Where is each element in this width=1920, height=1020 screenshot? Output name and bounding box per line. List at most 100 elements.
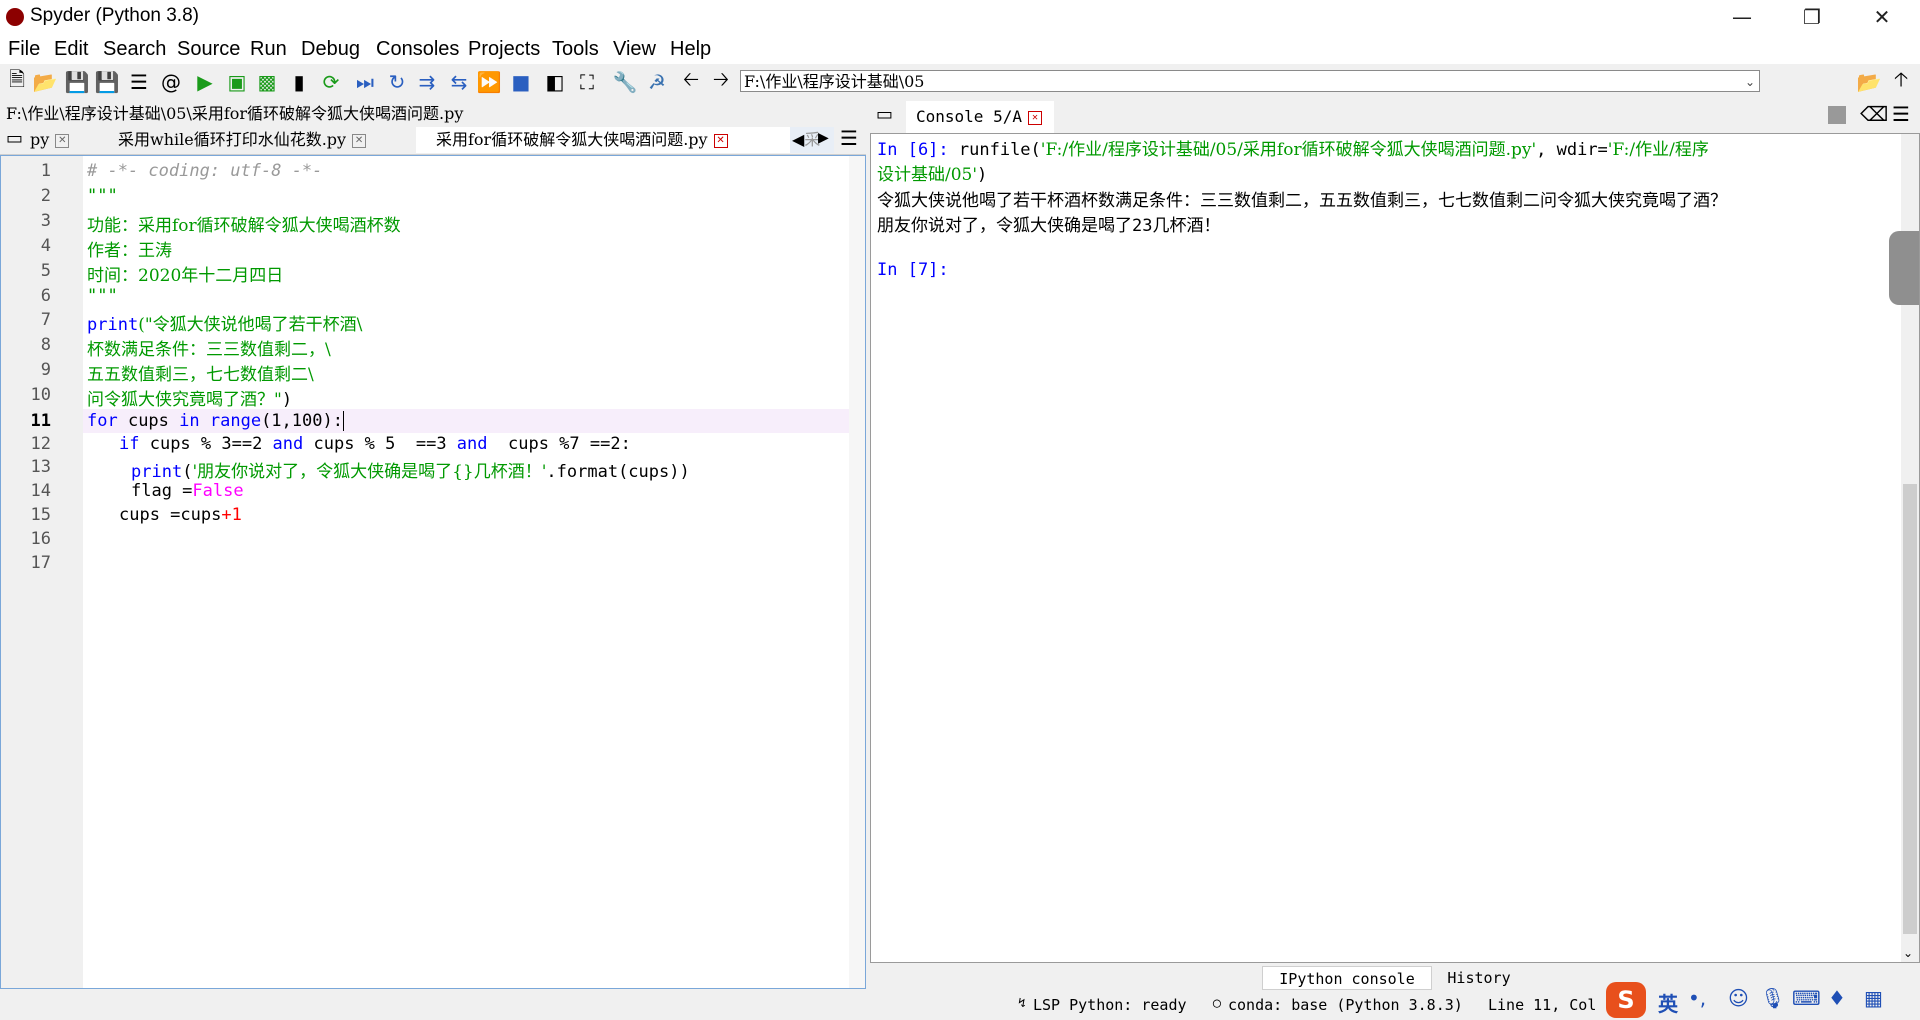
close-tab-icon[interactable]: ✕: [713, 133, 728, 148]
forward-arrow-icon[interactable]: 🡢: [708, 67, 734, 95]
console-input-6: In [6]: runfile('F:/作业/程序设计基础/05/采用for循环…: [877, 135, 1709, 160]
editor-scrollbar[interactable]: [849, 156, 865, 988]
microphone-icon[interactable]: 🎙: [1760, 986, 1785, 1010]
continue-icon[interactable]: ⏩: [476, 69, 502, 95]
menu-projects[interactable]: Projects: [468, 38, 540, 61]
menu-bar: File Edit Search Source Run Debug Consol…: [0, 34, 1920, 64]
menu-run[interactable]: Run: [250, 38, 287, 61]
sogou-logo-icon[interactable]: S: [1606, 982, 1646, 1018]
save-all-icon[interactable]: 💾: [94, 69, 120, 95]
line-number: 2: [40, 186, 51, 206]
ime-mode-icon[interactable]: 英: [1658, 988, 1678, 1017]
close-console-tab-icon[interactable]: ✕: [1027, 110, 1042, 125]
ime-toolbar: S 英 •, ☺ 🎙 ⌨ ♦ ▦: [1606, 982, 1916, 1018]
code-line-2: """: [87, 186, 118, 206]
cursor-position: Line 11, Col 2: [1488, 996, 1615, 1014]
menu-view[interactable]: View: [613, 38, 656, 61]
rerun-icon[interactable]: ⟳: [318, 69, 344, 95]
ipython-console[interactable]: In [6]: runfile('F:/作业/程序设计基础/05/采用for循环…: [870, 133, 1920, 963]
parent-directory-icon[interactable]: 🡡: [1888, 67, 1914, 95]
maximize-pane-icon[interactable]: ◧: [542, 69, 568, 95]
run-cell-advance-icon[interactable]: ▩: [254, 69, 280, 95]
eraser-icon[interactable]: ⌫: [1860, 102, 1888, 126]
tab-file-1[interactable]: py ✕: [30, 127, 90, 153]
scroll-right-icon[interactable]: ▶: [818, 130, 829, 146]
code-line-15: cups =cups+1: [119, 505, 242, 525]
grid-menu-icon[interactable]: ▦: [1864, 986, 1883, 1010]
preferences-wrench-icon[interactable]: 🔧: [612, 69, 638, 95]
step-icon[interactable]: ↻: [384, 69, 410, 95]
tab-file-2[interactable]: 采用while循环打印水仙花数.py ✕: [118, 127, 398, 153]
browse-folder-icon[interactable]: 📂: [1856, 69, 1882, 95]
string-literal: '朋友你说对了，令狐大侠确是喝了{}几杯酒！': [192, 462, 547, 482]
debug-icon[interactable]: ⏭: [352, 69, 378, 95]
working-directory-combo[interactable]: F:\作业\程序设计基础\05 ⌄: [740, 70, 1760, 92]
menu-tools[interactable]: Tools: [552, 38, 599, 61]
email-at-icon[interactable]: @: [158, 69, 184, 95]
line-number: 17: [30, 553, 51, 573]
line-number-gutter: 1 2 3 4 5 6 7 8 9 10 11 12 13 14 15 16 1…: [1, 156, 83, 988]
skin-icon[interactable]: ♦: [1828, 986, 1846, 1010]
main-toolbar: 🗎 📂 💾 💾 ☰ @ ▶ ▣ ▩ ▮ ⟳ ⏭ ↻ ⇉ ⇆ ⏩ ■ ◧ ⛶ 🔧 …: [0, 64, 1920, 100]
save-icon[interactable]: 💾: [64, 69, 90, 95]
list-icon[interactable]: ☰: [126, 69, 152, 95]
number: +1: [221, 505, 242, 525]
minimize-icon[interactable]: —: [1712, 0, 1772, 34]
menu-search[interactable]: Search: [103, 38, 166, 61]
tab-console[interactable]: Console 5/A ✕: [906, 101, 1054, 133]
scroll-down-icon[interactable]: ⌄: [1903, 946, 1913, 960]
console-input-6-cont: 设计基础/05'): [877, 160, 987, 185]
menu-consoles[interactable]: Consoles: [376, 38, 459, 61]
scrollbar-thumb[interactable]: [1903, 484, 1917, 934]
keyboard-icon[interactable]: ⌨: [1792, 986, 1821, 1010]
code-text: cups: [117, 411, 180, 431]
punctuation-icon[interactable]: •,: [1688, 986, 1706, 1010]
code-line-10: 问令狐大侠究竟喝了酒？"): [87, 385, 292, 410]
menu-help[interactable]: Help: [670, 38, 711, 61]
stop-kernel-icon[interactable]: [1828, 106, 1846, 124]
code-line-13: print('朋友你说对了，令狐大侠确是喝了{}几杯酒！'.format(cup…: [131, 457, 690, 482]
help-side-handle[interactable]: [1889, 231, 1919, 305]
tab-label: py: [30, 130, 50, 149]
tab-history[interactable]: History: [1436, 966, 1522, 990]
open-file-icon[interactable]: 📂: [32, 69, 58, 95]
close-icon[interactable]: ✕: [1852, 0, 1912, 34]
code-line-11: for cups in range(1,100):: [87, 411, 344, 431]
fullscreen-icon[interactable]: ⛶: [574, 69, 600, 95]
options-menu-icon[interactable]: ☰: [840, 126, 858, 150]
step-into-icon[interactable]: ⇉: [414, 69, 440, 95]
tab-ipython-console[interactable]: IPython console: [1262, 966, 1432, 990]
restore-icon[interactable]: ❐: [1782, 0, 1842, 34]
run-selection-icon[interactable]: ▮: [286, 69, 312, 95]
new-file-icon[interactable]: 🗎: [4, 67, 30, 95]
code-line-3: 功能：采用for循环破解令狐大侠喝酒杯数: [87, 216, 401, 236]
console-prompt-7: In [7]:: [877, 260, 949, 280]
editor-tab-bar: ▭ py ✕ 采用while循环打印水仙花数.py ✕ 采用for循环破解令狐大侠喝…: [0, 124, 866, 155]
browse-tabs-icon[interactable]: ▭: [6, 128, 23, 149]
run-icon[interactable]: ▶: [192, 69, 218, 95]
menu-file[interactable]: File: [8, 38, 40, 61]
step-return-icon[interactable]: ⇆: [446, 69, 472, 95]
menu-source[interactable]: Source: [177, 38, 240, 61]
menu-edit[interactable]: Edit: [54, 38, 88, 61]
stop-debug-icon[interactable]: ■: [508, 69, 534, 95]
close-tab-icon[interactable]: ✕: [352, 133, 367, 148]
python-path-icon[interactable]: ☭: [644, 69, 670, 95]
scroll-left-icon[interactable]: ◀: [792, 130, 804, 149]
options-menu-icon[interactable]: ☰: [1892, 102, 1910, 126]
console-code: ): [977, 165, 988, 185]
browse-tabs-icon[interactable]: ▭: [876, 104, 893, 125]
emoji-icon[interactable]: ☺: [1728, 986, 1749, 1010]
back-arrow-icon[interactable]: 🡠: [678, 67, 704, 95]
line-number: 4: [40, 236, 51, 256]
run-cell-icon[interactable]: ▣: [224, 69, 250, 95]
menu-debug[interactable]: Debug: [301, 38, 360, 61]
code-editor[interactable]: 1 2 3 4 5 6 7 8 9 10 11 12 13 14 15 16 1…: [0, 155, 866, 989]
close-tab-icon[interactable]: ✕: [55, 133, 70, 148]
window-title: Spyder (Python 3.8): [30, 5, 199, 26]
string-literal: 'F:/作业/程序设计基础/05/采用for循环破解令狐大侠喝酒问题.py': [1040, 140, 1537, 160]
constant: False: [192, 481, 244, 501]
tab-file-active[interactable]: 采用for循环破解令狐大侠喝酒问题.py ✕: [416, 127, 806, 153]
chevron-down-icon[interactable]: ⌄: [1745, 71, 1755, 93]
builtin-range: range: [209, 411, 262, 431]
